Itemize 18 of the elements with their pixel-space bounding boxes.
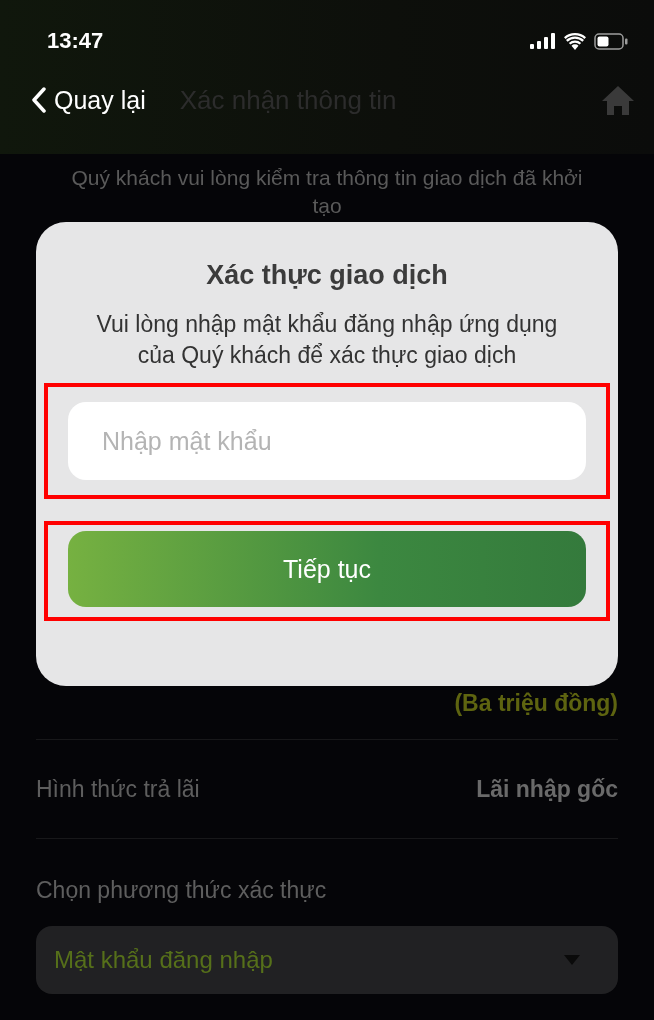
- amount-in-words: (Ba triệu đồng): [454, 690, 618, 717]
- dialog-title: Xác thực giao dịch: [206, 260, 448, 291]
- status-time: 13:47: [47, 28, 104, 54]
- instruction-text: Quý khách vui lòng kiểm tra thông tin giao dịch đã khởi tạo: [70, 165, 584, 219]
- auth-method-label: Chọn phương thức xác thực: [36, 877, 328, 904]
- back-button[interactable]: Quay lại: [32, 85, 146, 115]
- password-field[interactable]: Nhập mật khẩu: [68, 402, 586, 480]
- continue-button[interactable]: Tiếp tục: [68, 531, 586, 607]
- auth-method-dropdown[interactable]: Mật khẩu đăng nhập: [36, 926, 618, 994]
- wifi-icon: [564, 32, 586, 50]
- dialog-message: Vui lòng nhập mật khẩu đăng nhập ứng dụng của Quý khách để xác thực giao dịch: [95, 310, 559, 370]
- signal-icon: [530, 33, 556, 49]
- caret-down-icon: [564, 955, 580, 965]
- battery-icon: [594, 32, 628, 50]
- row-label: Hình thức trả lãi: [36, 775, 200, 803]
- row-value: Lãi nhập gốc: [476, 775, 618, 803]
- home-icon[interactable]: [600, 84, 636, 116]
- chevron-left-icon: [32, 87, 46, 113]
